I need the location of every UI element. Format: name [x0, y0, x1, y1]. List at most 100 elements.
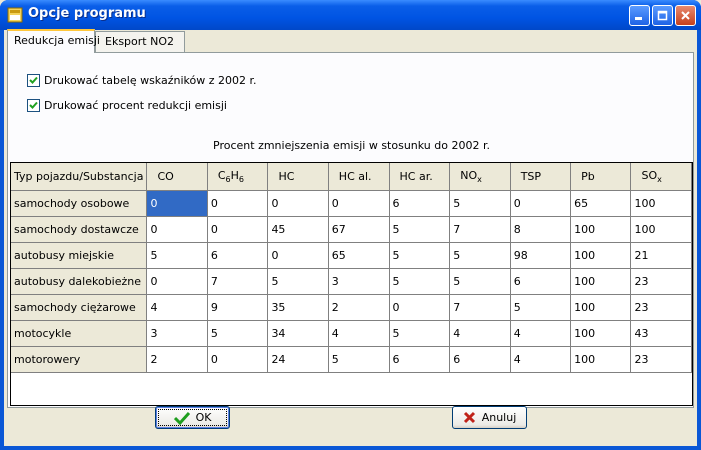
close-button[interactable] [675, 5, 696, 26]
grid-cell[interactable]: 35 [267, 294, 329, 321]
row-header[interactable]: samochody dostawcze [11, 216, 148, 243]
grid-cell[interactable]: 4 [146, 294, 208, 321]
grid-cell[interactable]: 0 [146, 190, 208, 217]
checkbox-print-indicator-table[interactable] [27, 74, 40, 87]
grid-cell[interactable]: 0 [267, 190, 329, 217]
grid-cell[interactable]: 23 [630, 346, 692, 373]
grid-cell[interactable]: 5 [389, 320, 451, 347]
grid-cell[interactable]: 21 [630, 242, 692, 269]
minimize-button[interactable] [629, 5, 650, 26]
grid-cell[interactable]: 100 [570, 294, 632, 321]
grid-cell[interactable]: 7 [449, 294, 511, 321]
row-header[interactable]: motorowery [11, 346, 148, 373]
grid-cell[interactable]: 8 [510, 216, 572, 243]
maximize-button[interactable] [652, 5, 673, 26]
grid-cell[interactable]: 3 [328, 268, 390, 295]
grid-cell[interactable]: 0 [510, 190, 572, 217]
grid-cell[interactable]: 34 [267, 320, 329, 347]
grid-cell[interactable]: 5 [328, 346, 390, 373]
grid-cell[interactable]: 100 [570, 320, 632, 347]
grid-cell[interactable]: 4 [449, 320, 511, 347]
grid-cell[interactable]: 5 [449, 268, 511, 295]
column-header[interactable]: C6H6 [207, 163, 269, 191]
grid-cell[interactable]: 5 [207, 320, 269, 347]
column-header[interactable]: HC [267, 163, 329, 191]
grid-cell[interactable]: 2 [146, 346, 208, 373]
grid-cell[interactable]: 6 [510, 268, 572, 295]
cancel-x-icon [463, 411, 475, 424]
grid-cell[interactable]: 6 [207, 242, 269, 269]
column-header[interactable]: Pb [570, 163, 632, 191]
grid-cell[interactable]: 0 [146, 268, 208, 295]
grid-cell[interactable]: 4 [510, 320, 572, 347]
grid-cell[interactable]: 0 [267, 242, 329, 269]
grid-cell[interactable]: 65 [570, 190, 632, 217]
grid-cell[interactable]: 6 [389, 190, 451, 217]
grid-cell[interactable]: 45 [267, 216, 329, 243]
column-header[interactable]: TSP [510, 163, 572, 191]
tab-redukcja-emisji[interactable]: Redukcja emisji [7, 29, 100, 53]
grid-cell[interactable]: 2 [328, 294, 390, 321]
grid-cell[interactable]: 0 [146, 216, 208, 243]
column-header[interactable]: CO [146, 163, 208, 191]
grid-cell[interactable]: 24 [267, 346, 329, 373]
option-label: Drukować tabelę wskaźników z 2002 r. [44, 74, 257, 87]
grid-cell[interactable]: 5 [449, 190, 511, 217]
checkmark-icon [29, 101, 38, 109]
option-print-reduction-percent[interactable]: Drukować procent redukcji emisji [27, 99, 227, 112]
grid-cell[interactable]: 67 [328, 216, 390, 243]
grid-cell[interactable]: 100 [630, 216, 692, 243]
grid-cell[interactable]: 5 [389, 242, 451, 269]
grid-cell[interactable]: 5 [510, 294, 572, 321]
grid-cell[interactable]: 0 [207, 190, 269, 217]
grid-cell[interactable]: 7 [449, 216, 511, 243]
grid-cell[interactable]: 5 [389, 216, 451, 243]
grid-cell[interactable]: 0 [207, 346, 269, 373]
row-header[interactable]: autobusy miejskie [11, 242, 148, 269]
grid-caption: Procent zmniejszenia emisji w stosunku d… [213, 139, 490, 152]
grid-cell[interactable]: 4 [510, 346, 572, 373]
grid-cell[interactable]: 43 [630, 320, 692, 347]
emission-grid[interactable]: Typ pojazdu/Substancja CO C6H6 HC HC al. HC a… [10, 162, 693, 406]
grid-corner-header: Typ pojazdu/Substancja [11, 163, 148, 191]
grid-cell[interactable]: 98 [510, 242, 572, 269]
grid-cell[interactable]: 100 [630, 190, 692, 217]
column-header[interactable]: HC ar. [389, 163, 451, 191]
checkbox-print-reduction-percent[interactable] [27, 99, 40, 112]
cancel-button[interactable]: Anuluj [452, 406, 527, 429]
row-header[interactable]: motocykle [11, 320, 148, 347]
grid-cell[interactable]: 5 [146, 242, 208, 269]
column-header[interactable]: HC al. [328, 163, 390, 191]
grid-cell[interactable]: 65 [328, 242, 390, 269]
grid-cell[interactable]: 5 [267, 268, 329, 295]
grid-cell[interactable]: 100 [570, 268, 632, 295]
ok-button[interactable]: OK [155, 406, 230, 429]
column-header[interactable]: SOx [630, 163, 692, 191]
grid-cell[interactable]: 3 [146, 320, 208, 347]
row-header[interactable]: samochody ciężarowe [11, 294, 148, 321]
grid-cell[interactable]: 23 [630, 294, 692, 321]
grid-cell[interactable]: 100 [570, 216, 632, 243]
grid-cell[interactable]: 100 [570, 346, 632, 373]
tab-eksport-no2[interactable]: Eksport NO2 [95, 31, 185, 52]
grid-cell[interactable]: 7 [207, 268, 269, 295]
minimize-icon [635, 17, 642, 20]
option-print-indicator-table[interactable]: Drukować tabelę wskaźników z 2002 r. [27, 74, 257, 87]
grid-cell[interactable]: 5 [449, 242, 511, 269]
grid-cell[interactable]: 23 [630, 268, 692, 295]
grid-cell[interactable]: 6 [389, 346, 451, 373]
grid-cell[interactable]: 0 [207, 216, 269, 243]
grid-cell[interactable]: 5 [389, 268, 451, 295]
grid-cell[interactable]: 100 [570, 242, 632, 269]
grid-cell[interactable]: 0 [389, 294, 451, 321]
grid-cell[interactable]: 6 [449, 346, 511, 373]
column-header[interactable]: NOx [449, 163, 511, 191]
grid-cell[interactable]: 9 [207, 294, 269, 321]
row-header[interactable]: autobusy dalekobieżne [11, 268, 148, 295]
close-icon [681, 11, 690, 20]
maximize-icon [657, 10, 668, 21]
grid-cell[interactable]: 0 [328, 190, 390, 217]
title-bar[interactable]: Opcje programu [0, 0, 701, 30]
row-header[interactable]: samochody osobowe [11, 190, 148, 217]
grid-cell[interactable]: 4 [328, 320, 390, 347]
